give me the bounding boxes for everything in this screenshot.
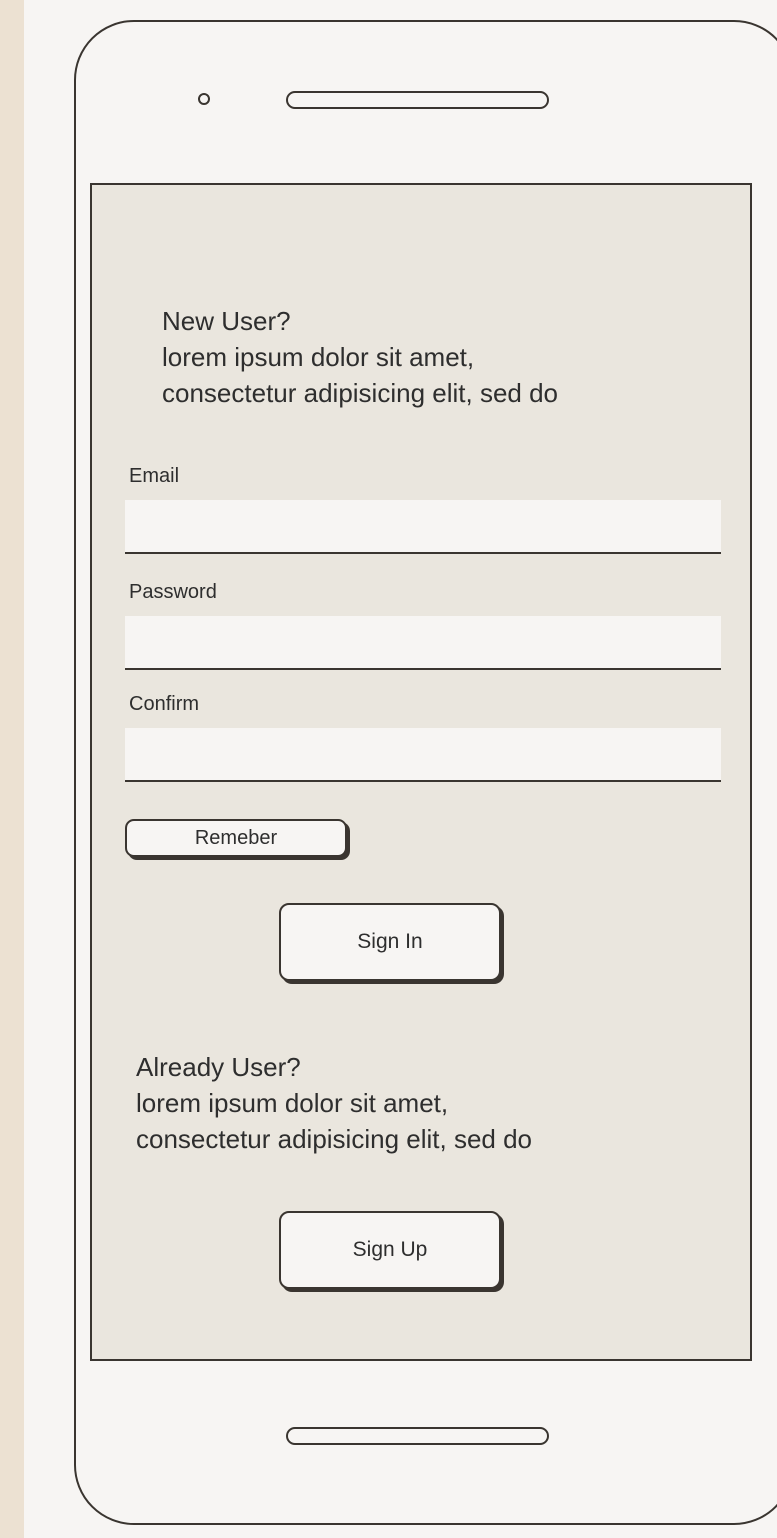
- phone-screen: New User? lorem ipsum dolor sit amet, co…: [90, 183, 752, 1361]
- camera-icon: [198, 93, 210, 105]
- confirm-label: Confirm: [129, 693, 200, 715]
- password-label: Password: [129, 581, 217, 603]
- existing-user-text-line-1: lorem ipsum dolor sit amet,: [136, 1088, 449, 1118]
- speaker-slot: [286, 91, 549, 109]
- remember-label: Remeber: [194, 826, 278, 849]
- home-bar: [286, 1427, 549, 1445]
- new-user-heading: New User?: [162, 306, 291, 336]
- sign-up-label: Sign Up: [352, 1238, 428, 1261]
- new-user-text-line-1: lorem ipsum dolor sit amet,: [162, 342, 475, 372]
- existing-user-text-line-2: consectetur adipisicing elit, sed do: [136, 1124, 533, 1154]
- new-user-text-line-2: consectetur adipisicing elit, sed do: [162, 378, 559, 408]
- new-user-section: New User? lorem ipsum dolor sit amet, co…: [162, 303, 742, 411]
- existing-user-section: Already User? lorem ipsum dolor sit amet…: [136, 1049, 726, 1157]
- sign-up-button[interactable]: Sign Up: [279, 1211, 501, 1289]
- remember-button[interactable]: Remeber: [125, 819, 347, 857]
- password-field[interactable]: [125, 616, 721, 670]
- sign-in-button[interactable]: Sign In: [279, 903, 501, 981]
- confirm-password-field[interactable]: [125, 728, 721, 782]
- email-field[interactable]: [125, 500, 721, 554]
- sign-in-label: Sign In: [357, 930, 423, 953]
- existing-user-heading: Already User?: [136, 1052, 301, 1082]
- email-label: Email: [129, 465, 180, 487]
